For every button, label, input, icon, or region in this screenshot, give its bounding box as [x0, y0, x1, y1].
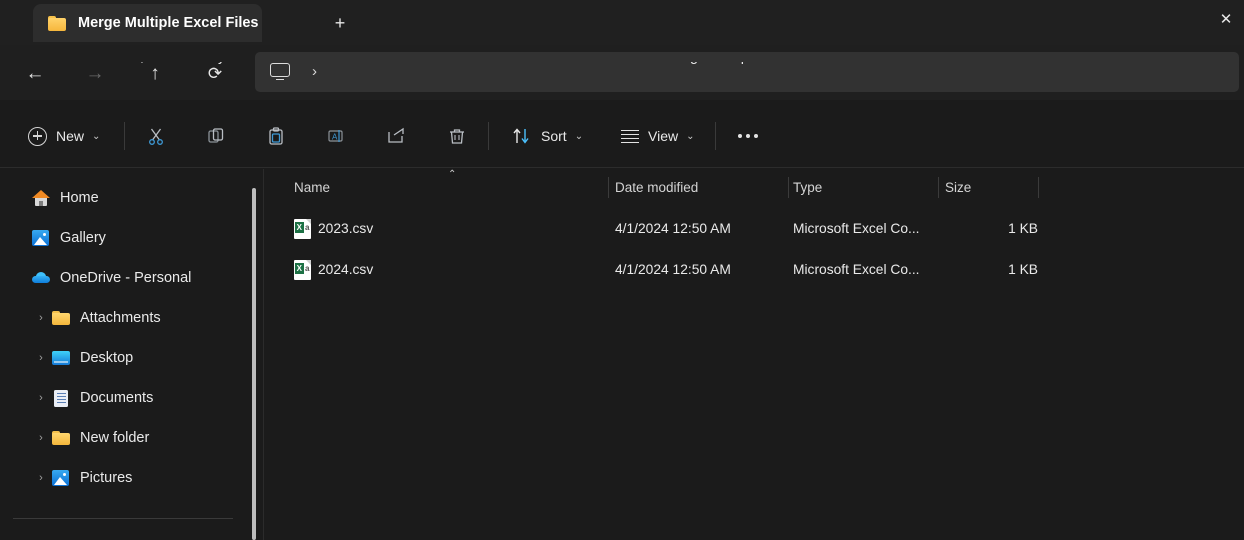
sidebar-item-home[interactable]: Home — [10, 182, 235, 214]
ellipsis-icon — [738, 134, 758, 138]
chevron-down-icon: ⌄ — [574, 130, 584, 142]
share-button[interactable] — [379, 120, 413, 152]
file-date-modified: 4/1/2024 12:50 AM — [615, 262, 731, 277]
folder-icon — [48, 15, 66, 31]
file-date-modified: 4/1/2024 12:50 AM — [615, 221, 731, 236]
expander-icon[interactable]: › — [30, 312, 52, 324]
toolbar-divider — [488, 122, 489, 150]
titlebar: Merge Multiple Excel Files ✕ + — [0, 0, 1244, 45]
sidebar-item-label: New folder — [80, 429, 150, 446]
sort-button[interactable]: Sort ⌄ — [505, 120, 589, 152]
toolbar-divider — [715, 122, 716, 150]
column-resizer[interactable] — [1038, 177, 1039, 198]
expander-icon[interactable]: › — [30, 352, 52, 364]
sidebar-item-label: Gallery — [60, 229, 106, 246]
copy-button[interactable] — [199, 120, 233, 152]
documents-icon — [52, 389, 70, 407]
address-bar[interactable]: › — [255, 52, 1239, 92]
view-list-icon — [621, 129, 639, 144]
navigation-divider — [13, 518, 233, 519]
column-resizer[interactable] — [938, 177, 939, 198]
new-button-label: New — [56, 128, 85, 144]
sidebar-item-label: Attachments — [80, 309, 161, 326]
csv-file-icon: Xa — [294, 259, 311, 280]
column-resizer[interactable] — [788, 177, 789, 198]
table-row[interactable]: Xa 2023.csv 4/1/2024 12:50 AM Microsoft Exc… — [265, 208, 1244, 249]
chevron-down-icon: ⌄ — [686, 130, 695, 142]
new-button[interactable]: New ⌄ — [22, 120, 106, 152]
sidebar-item-desktop[interactable]: › Desktop — [10, 342, 235, 374]
expander-icon[interactable]: › — [30, 432, 52, 444]
file-explorer-window: Merge Multiple Excel Files ✕ + ← → ↑ ⟳ ›… — [0, 0, 1244, 540]
paste-button[interactable] — [259, 120, 293, 152]
navigation-pane: Home Gallery ⌄OneDrive - Personal › Attachme… — [0, 169, 264, 540]
browser-tab-active[interactable]: Merge Multiple Excel Files — [33, 4, 262, 42]
file-type: Microsoft Excel Co... — [793, 262, 920, 277]
csv-file-icon: Xa — [294, 218, 311, 239]
rename-icon: A — [328, 130, 343, 142]
home-icon — [32, 189, 50, 207]
sidebar-item-attachments[interactable]: › Attachments — [10, 302, 235, 334]
sidebar-item-gallery[interactable]: Gallery — [10, 222, 235, 254]
sidebar-item-label: OneDrive - Personal — [60, 269, 192, 286]
folder-icon — [52, 309, 70, 327]
sidebar-item-documents[interactable]: › Documents — [10, 382, 235, 414]
file-name: 2023.csv — [318, 221, 374, 236]
folder-icon — [52, 429, 70, 447]
rename-button[interactable]: A — [319, 120, 353, 152]
plus-icon — [28, 126, 47, 146]
copy-icon — [208, 128, 224, 143]
view-button-label: View — [648, 128, 679, 144]
column-resizer[interactable] — [608, 177, 609, 198]
sidebar-item-label: Desktop — [80, 349, 134, 366]
new-tab-icon[interactable]: + — [328, 11, 352, 35]
column-header-date[interactable]: Date modified — [615, 169, 698, 205]
sidebar-item-pictures[interactable]: › Pictures — [10, 462, 235, 494]
see-more-button[interactable] — [731, 120, 765, 152]
view-button[interactable]: View ⌄ — [615, 120, 700, 152]
expander-icon[interactable]: › — [30, 472, 52, 484]
desktop-icon — [52, 349, 70, 367]
file-size: 1 KB — [1008, 262, 1038, 277]
onedrive-icon — [32, 269, 50, 287]
navigation-scrollbar[interactable] — [252, 188, 256, 540]
breadcrumb-current-folder[interactable]: Merge Multiple Excel Files — [665, 62, 965, 68]
toolbar-divider — [124, 122, 125, 150]
sort-ascending-icon: ⌃ — [448, 169, 457, 180]
close-tab-icon[interactable]: ✕ — [1216, 9, 1236, 29]
column-header-type[interactable]: Type — [793, 169, 822, 205]
sidebar-item-label: Documents — [80, 389, 154, 406]
file-list: ⌃ Name Date modified Type Size Xa 2023.cs… — [265, 169, 1244, 540]
file-name: 2024.csv — [318, 262, 374, 277]
tab-title: Merge Multiple Excel Files — [78, 15, 259, 31]
file-type: Microsoft Excel Co... — [793, 221, 920, 236]
sidebar-item-label: Pictures — [80, 469, 133, 486]
sidebar-item-new-folder[interactable]: › New folder — [10, 422, 235, 454]
pictures-icon — [52, 469, 70, 487]
paste-icon — [269, 127, 283, 145]
column-header-name[interactable]: Name — [294, 169, 330, 205]
sort-icon — [511, 127, 533, 145]
breadcrumb-fragment-2[interactable]: y — [218, 62, 338, 68]
expander-icon[interactable]: › — [30, 392, 52, 404]
file-size: 1 KB — [1008, 221, 1038, 236]
trash-icon — [450, 129, 464, 144]
chevron-down-icon: ⌄ — [92, 130, 101, 142]
sidebar-item-onedrive-personal[interactable]: ⌄OneDrive - Personal — [10, 262, 235, 294]
scissors-icon — [149, 128, 163, 145]
svg-text:A: A — [332, 133, 338, 142]
sidebar-item-label: Home — [60, 189, 99, 206]
back-icon[interactable]: ← — [18, 57, 52, 89]
column-header-size[interactable]: Size — [945, 169, 971, 205]
gallery-icon — [32, 229, 50, 247]
delete-button[interactable] — [440, 120, 474, 152]
sort-button-label: Sort — [541, 128, 567, 144]
cut-button[interactable] — [139, 120, 173, 152]
share-icon — [388, 127, 404, 143]
table-row[interactable]: Xa 2024.csv 4/1/2024 12:50 AM Microsoft Exc… — [265, 249, 1244, 290]
forward-icon[interactable]: → — [78, 57, 112, 89]
column-headers: ⌃ Name Date modified Type Size — [265, 169, 1244, 205]
